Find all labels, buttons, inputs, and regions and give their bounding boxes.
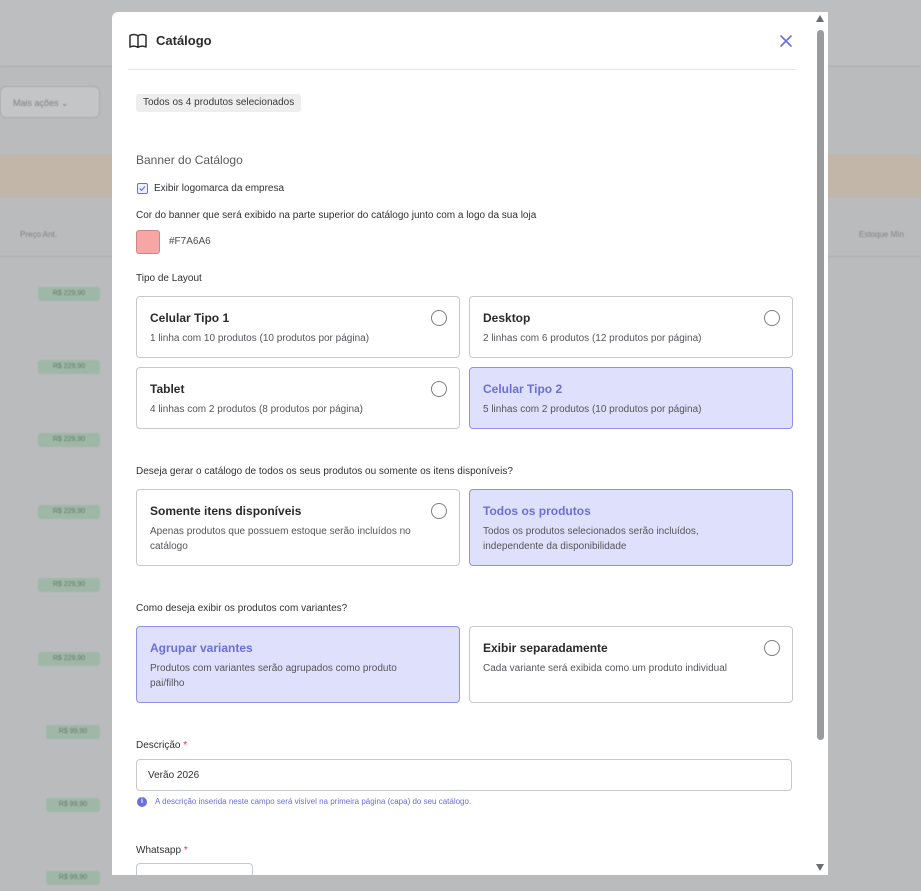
availability-option-title: Todos os produtos: [483, 504, 591, 518]
background-price: R$ 229,90: [38, 287, 100, 301]
variant-option-desc: Produtos com variantes serão agrupados c…: [150, 663, 397, 689]
background-price: R$ 229,90: [38, 505, 100, 519]
layout-option-celular-tipo-1[interactable]: Celular Tipo 1 1 linha com 10 produtos (…: [136, 296, 460, 358]
availability-option-title: Somente itens disponíveis: [150, 504, 302, 518]
layout-option-desc: 5 linhas com 2 produtos (10 produtos por…: [483, 404, 702, 415]
background-price: R$ 99,90: [46, 798, 100, 812]
banner-section-title: Banner do Catálogo: [136, 153, 243, 167]
radio-button[interactable]: [431, 503, 447, 519]
layout-option-desc: 2 linhas com 6 produtos (12 produtos por…: [483, 333, 702, 344]
more-actions-button: Mais ações ⌄: [0, 86, 100, 118]
layout-option-celular-tipo-2[interactable]: Celular Tipo 2 5 linhas com 2 produtos (…: [469, 367, 793, 429]
background-price: R$ 229,90: [38, 578, 100, 592]
variant-option-group[interactable]: Agrupar variantes Produtos com variantes…: [136, 626, 460, 703]
variants-label: Como deseja exibir os produtos com varia…: [136, 603, 348, 614]
banner-color-label: Cor do banner que será exibido na parte …: [136, 210, 537, 221]
modal-scrollbar[interactable]: [813, 12, 828, 875]
description-hint: A descrição inserida neste campo será vi…: [155, 797, 472, 806]
availability-label: Deseja gerar o catálogo de todos os seus…: [136, 466, 513, 477]
check-icon: [139, 186, 146, 192]
layout-option-title: Desktop: [483, 311, 531, 325]
banner-color-swatch[interactable]: [136, 230, 160, 254]
availability-option-all-products[interactable]: Todos os produtos Todos os produtos sele…: [469, 489, 793, 566]
availability-option-desc: Todos os produtos selecionados serão inc…: [483, 526, 699, 552]
availability-option-available-only[interactable]: Somente itens disponíveis Apenas produto…: [136, 489, 460, 566]
description-label: Descrição *: [136, 740, 188, 751]
background-price: R$ 229,90: [38, 433, 100, 447]
layout-option-title: Celular Tipo 2: [483, 382, 563, 396]
info-icon: i: [137, 797, 147, 807]
radio-button[interactable]: [431, 310, 447, 326]
variant-option-separate[interactable]: Exibir separadamente Cada variante será …: [469, 626, 793, 703]
show-logo-checkbox[interactable]: [137, 183, 148, 194]
variant-option-desc: Cada variante será exibida como um produ…: [483, 663, 728, 674]
selection-chip: Todos os 4 produtos selecionados: [136, 94, 302, 112]
close-icon[interactable]: [778, 33, 794, 49]
background-price: R$ 229,90: [38, 652, 100, 666]
scrollbar-thumb[interactable]: [817, 30, 824, 740]
layout-option-desc: 4 linhas com 2 produtos (8 produtos por …: [150, 404, 363, 415]
scroll-up-arrow-icon[interactable]: [816, 15, 824, 22]
layout-option-title: Celular Tipo 1: [150, 311, 230, 325]
radio-button[interactable]: [764, 310, 780, 326]
radio-button[interactable]: [764, 640, 780, 656]
background-price: R$ 99,90: [46, 725, 100, 739]
description-input[interactable]: Verão 2026: [136, 759, 792, 791]
scroll-down-arrow-icon[interactable]: [816, 864, 824, 871]
layout-type-label: Tipo de Layout: [136, 273, 202, 284]
layout-option-desktop[interactable]: Desktop 2 linhas com 6 produtos (12 prod…: [469, 296, 793, 358]
layout-option-desc: 1 linha com 10 produtos (10 produtos por…: [150, 333, 370, 344]
availability-option-desc: Apenas produtos que possuem estoque serã…: [150, 526, 411, 552]
show-logo-label: Exibir logomarca da empresa: [154, 183, 285, 194]
layout-option-title: Tablet: [150, 382, 185, 396]
variant-option-title: Agrupar variantes: [150, 641, 253, 655]
background-price: R$ 99,90: [46, 871, 100, 885]
modal-title: Catálogo: [156, 33, 212, 48]
required-mark: *: [183, 845, 188, 856]
banner-color-hex: #F7A6A6: [169, 236, 211, 247]
whatsapp-label: Whatsapp *: [136, 845, 188, 856]
background-price: R$ 229,90: [38, 360, 100, 374]
radio-button[interactable]: [431, 381, 447, 397]
variant-option-title: Exibir separadamente: [483, 641, 608, 655]
whatsapp-input[interactable]: [136, 863, 253, 875]
background-column-header: Estoque Mín: [859, 230, 904, 239]
catalog-modal: Catálogo Todos os 4 produtos selecionado…: [112, 12, 828, 875]
required-mark: *: [183, 740, 188, 751]
background-column-header: Preço Ant.: [20, 230, 57, 239]
modal-header: Catálogo: [128, 12, 795, 70]
layout-option-tablet[interactable]: Tablet 4 linhas com 2 produtos (8 produt…: [136, 367, 460, 429]
book-open-icon: [129, 33, 147, 49]
